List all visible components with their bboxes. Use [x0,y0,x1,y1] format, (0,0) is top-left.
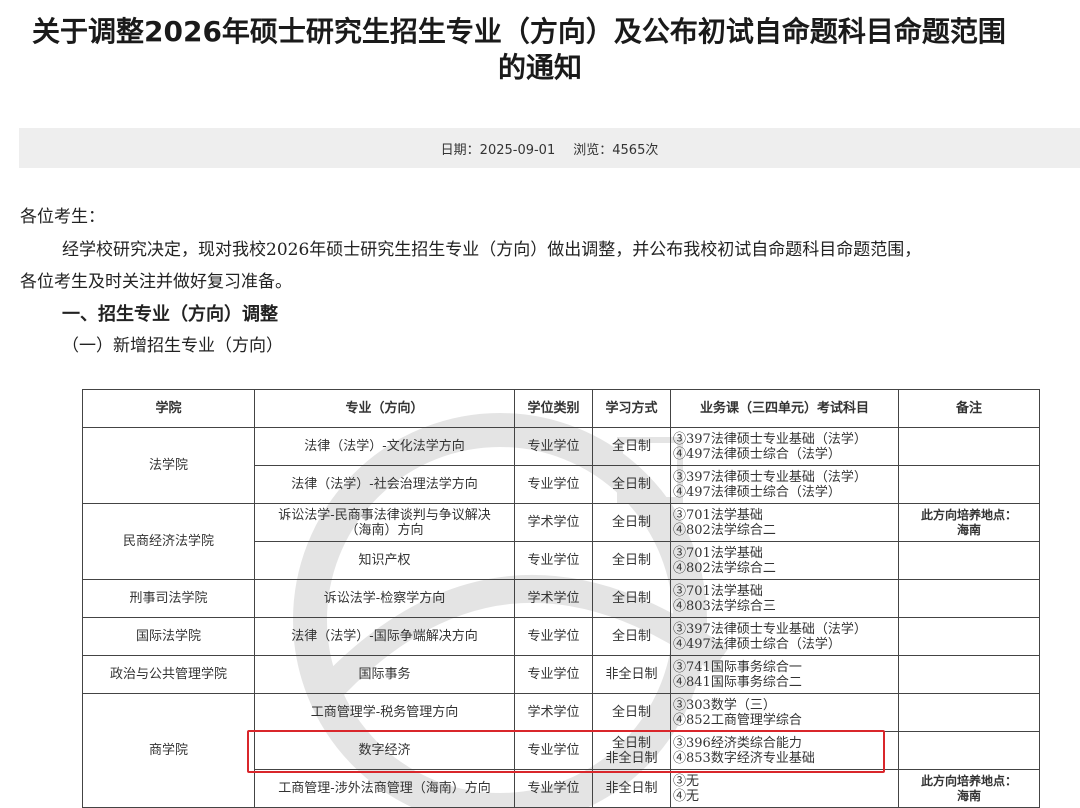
degree-cell: 专业学位 [514,427,593,466]
note-cell: 此方向培养地点： 海南 [898,503,1040,542]
degree-cell: 专业学位 [514,465,593,504]
college-cell: 国际法学院 [82,617,255,656]
degree-cell: 学术学位 [514,579,593,618]
section-heading: 一、招生专业（方向）调整 [62,304,278,325]
major-cell: 数字经济 [254,731,515,770]
header-notes: 备注 [898,389,1040,428]
note-cell [898,541,1040,580]
article-title-line2: 的通知 [497,51,582,84]
majors-table: 学院 专业（方向） 学位类别 学习方式 业务课（三四单元）考试科目 备注 法学院… [82,389,1040,808]
degree-cell: 专业学位 [514,655,593,694]
subjects-cell: ③397法律硕士专业基础（法学） ④497法律硕士综合（法学） [670,617,899,656]
mode-cell: 非全日制 [592,769,671,808]
article-title: 关于调整2026年硕士研究生招生专业（方向）及公布初试自命题科目命题范围 的通知 [0,14,1080,86]
note-cell [898,427,1040,466]
table-row: 法学院 法律（法学）-文化法学方向 专业学位 全日制 ③397法律硕士专业基础（… [82,427,1040,504]
note-cell [898,579,1040,618]
note-cell: 此方向培养地点： 海南 [898,769,1040,808]
college-cell: 刑事司法学院 [82,579,255,618]
major-cell: 法律（法学）-社会治理法学方向 [254,465,515,504]
mode-cell: 全日制 [592,427,671,466]
major-cell: 工商管理-涉外法商管理（海南）方向 [254,769,515,808]
note-cell [898,655,1040,694]
college-cell: 政治与公共管理学院 [82,655,255,694]
degree-cell: 专业学位 [514,541,593,580]
college-cell: 法学院 [82,427,255,504]
mode-cell: 全日制 [592,465,671,504]
college-cell: 商学院 [82,693,255,808]
paragraph-line2: 各位考生及时关注并做好复习准备。 [20,272,292,292]
mode-cell: 全日制 [592,579,671,618]
note-cell [898,617,1040,656]
table-row: 政治与公共管理学院 国际事务 专业学位 非全日制 ③741国际事务综合一 ④841… [82,655,1040,694]
degree-cell: 专业学位 [514,617,593,656]
major-cell: 法律（法学）-文化法学方向 [254,427,515,466]
note-cell [898,693,1040,732]
article-meta-bar: 日期：2025-09-01 浏览：4565次 [19,128,1080,168]
major-cell: 法律（法学）-国际争端解决方向 [254,617,515,656]
degree-cell: 专业学位 [514,769,593,808]
mode-cell: 全日制 [592,541,671,580]
header-degree: 学位类别 [514,389,593,428]
mode-cell: 全日制 [592,503,671,542]
header-college: 学院 [82,389,255,428]
subjects-cell: ③396经济类综合能力 ④853数字经济专业基础 [670,731,899,770]
subjects-cell: ③397法律硕士专业基础（法学） ④497法律硕士综合（法学） [670,465,899,504]
subjects-cell: ③701法学基础 ④803法学综合三 [670,579,899,618]
college-cell: 民商经济法学院 [82,503,255,580]
subjects-cell: ③701法学基础 ④802法学综合二 [670,503,899,542]
major-cell: 工商管理学-税务管理方向 [254,693,515,732]
degree-cell: 学术学位 [514,503,593,542]
mode-cell: 全日制 非全日制 [592,731,671,770]
subjects-cell: ③303数学（三） ④852工商管理学综合 [670,693,899,732]
major-cell: 国际事务 [254,655,515,694]
subjects-cell: ③701法学基础 ④802法学综合二 [670,541,899,580]
salutation: 各位考生： [20,207,105,227]
header-subjects: 业务课（三四单元）考试科目 [670,389,899,428]
note-cell [898,731,1040,770]
degree-cell: 学术学位 [514,693,593,732]
table-row: 国际法学院 法律（法学）-国际争端解决方向 专业学位 全日制 ③397法律硕士专… [82,617,1040,656]
table-row: 商学院 工商管理学-税务管理方向 学术学位 全日制 ③303数学（三） ④852工… [82,693,1040,808]
subjects-cell: ③397法律硕士专业基础（法学） ④497法律硕士综合（法学） [670,427,899,466]
table-row: 民商经济法学院 诉讼法学-民商事法律谈判与争议解决 （海南）方向 学术学位 全日制… [82,503,1040,580]
table-row: 刑事司法学院 诉讼法学-检察学方向 学术学位 全日制 ③701法学基础 ④803法… [82,579,1040,618]
mode-cell: 非全日制 [592,655,671,694]
major-cell: 诉讼法学-民商事法律谈判与争议解决 （海南）方向 [254,503,515,542]
note-cell [898,465,1040,504]
paragraph-line1: 经学校研究决定，现对我校2026年硕士研究生招生专业（方向）做出调整，并公布我校… [62,240,922,260]
major-cell: 诉讼法学-检察学方向 [254,579,515,618]
views-info: 浏览：4565次 [573,142,659,158]
article-title-line1: 关于调整2026年硕士研究生招生专业（方向）及公布初试自命题科目命题范围 [32,15,1006,48]
subsection-heading: （一）新增招生专业（方向） [62,336,283,356]
subjects-cell: ③741国际事务综合一 ④841国际事务综合二 [670,655,899,694]
table-header-row: 学院 专业（方向） 学位类别 学习方式 业务课（三四单元）考试科目 备注 [82,389,1040,428]
subjects-cell: ③无 ④无 [670,769,899,808]
major-cell: 知识产权 [254,541,515,580]
degree-cell: 专业学位 [514,731,593,770]
header-mode: 学习方式 [592,389,671,428]
date-info: 日期：2025-09-01 [440,142,556,158]
mode-cell: 全日制 [592,617,671,656]
header-major: 专业（方向） [254,389,515,428]
mode-cell: 全日制 [592,693,671,732]
